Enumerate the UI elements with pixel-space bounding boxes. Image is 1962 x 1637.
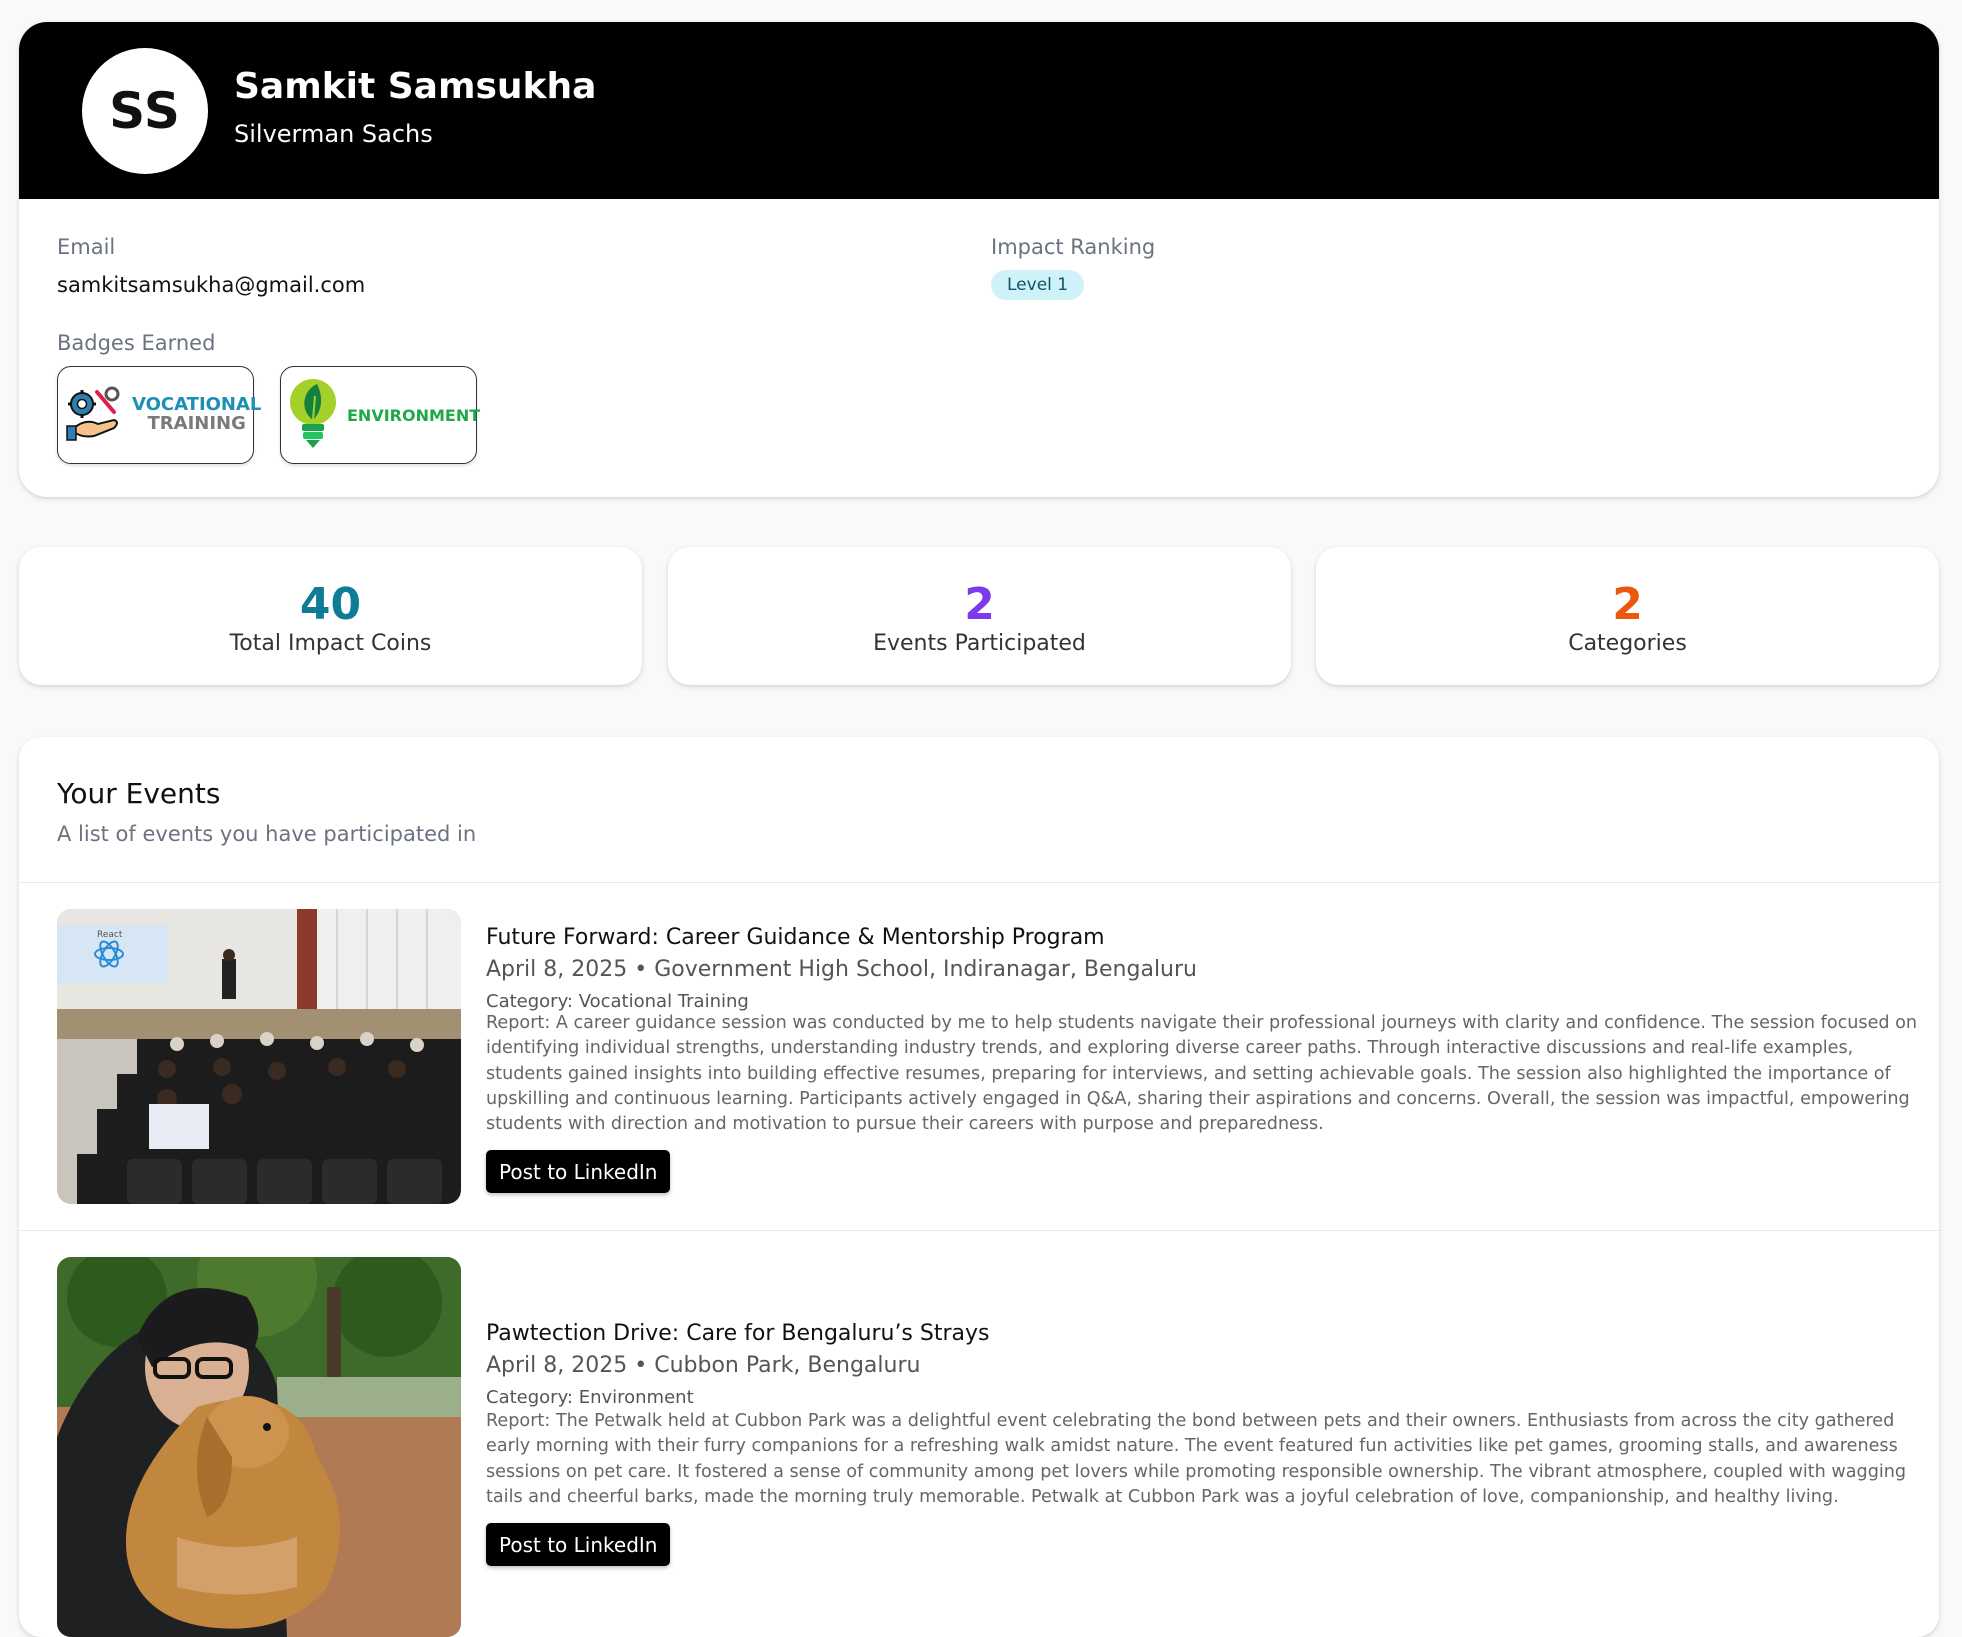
slide-text: React — [97, 930, 123, 940]
event-title: Pawtection Drive: Care for Bengaluru’s S… — [486, 1321, 990, 1346]
divider — [19, 882, 1939, 883]
level-badge: Level 1 — [991, 270, 1085, 300]
profile-card: SS Samkit Samsukha Silverman Sachs Email… — [19, 22, 1939, 497]
stat-label: Categories — [1568, 631, 1687, 656]
event-meta: April 8, 2025 • Government High School, … — [486, 957, 1197, 982]
stat-total-impact-coins: 40 Total Impact Coins — [19, 547, 642, 685]
event-image-classroom: React — [57, 909, 461, 1204]
events-subtitle: A list of events you have participated i… — [57, 822, 477, 846]
badge-vocational-text: VOCATIONAL TRAINING — [132, 394, 262, 434]
badges-earned-label: Badges Earned — [57, 331, 216, 355]
badge-environment-text: ENVIRONMENT — [347, 405, 481, 425]
stat-value: 2 — [964, 579, 995, 630]
stat-value: 40 — [299, 579, 362, 630]
leaf-bulb-icon — [287, 376, 339, 454]
stat-label: Total Impact Coins — [229, 631, 432, 656]
badge-vocational-training[interactable]: VOCATIONAL TRAINING — [57, 366, 261, 464]
event-image-dog — [57, 1257, 461, 1637]
badge-environment[interactable]: ENVIRONMENT — [280, 366, 481, 464]
post-to-linkedin-button[interactable]: Post to LinkedIn — [486, 1523, 671, 1566]
event-report: Report: A career guidance session was co… — [486, 1013, 1918, 1135]
stat-events-participated: 2 Events Participated — [668, 547, 1291, 685]
event-report: Report: The Petwalk held at Cubbon Park … — [486, 1411, 1907, 1507]
stat-value: 2 — [1612, 579, 1643, 630]
email-label: Email — [57, 235, 116, 259]
stat-label: Events Participated — [873, 631, 1086, 656]
profile-company: Silverman Sachs — [234, 120, 433, 148]
post-to-linkedin-button[interactable]: Post to LinkedIn — [486, 1150, 671, 1193]
profile-name: Samkit Samsukha — [234, 66, 597, 107]
events-title: Your Events — [57, 777, 221, 810]
stat-categories: 2 Categories — [1316, 547, 1939, 685]
divider — [19, 1230, 1939, 1231]
avatar: SS — [82, 48, 208, 174]
impact-ranking-label: Impact Ranking — [991, 235, 1156, 259]
events-card: Your Events A list of events you have pa… — [19, 737, 1939, 1637]
profile-header: SS Samkit Samsukha Silverman Sachs — [19, 22, 1939, 199]
email-value: samkitsamsukha@gmail.com — [57, 273, 366, 297]
event-title: Future Forward: Career Guidance & Mentor… — [486, 925, 1105, 950]
event-meta: April 8, 2025 • Cubbon Park, Bengaluru — [486, 1353, 921, 1378]
gear-wrench-hand-icon — [64, 382, 126, 448]
event-category: Category: Vocational Training — [486, 991, 749, 1012]
event-category: Category: Environment — [486, 1387, 694, 1408]
